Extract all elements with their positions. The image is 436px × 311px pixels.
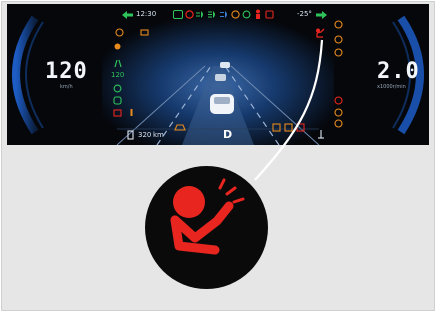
airbag-callout-circle (145, 166, 268, 289)
airbag-warning-icon (170, 178, 245, 255)
